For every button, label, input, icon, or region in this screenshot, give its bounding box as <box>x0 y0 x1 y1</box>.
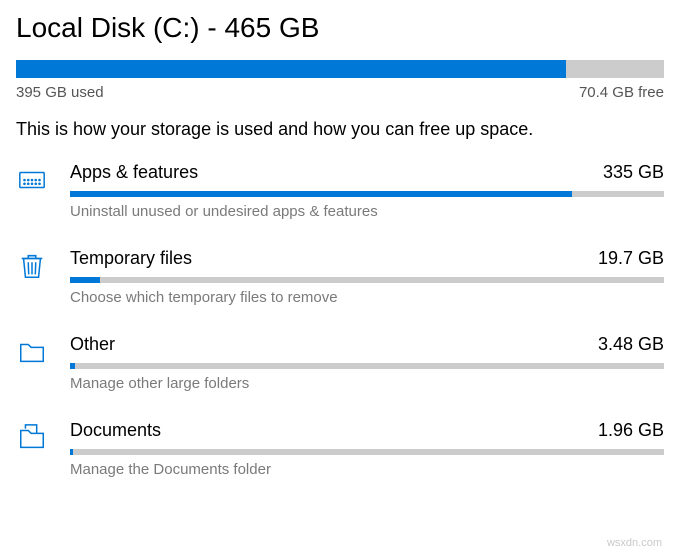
documents-icon <box>16 422 48 454</box>
category-bar-fill <box>70 277 100 283</box>
category-documents[interactable]: Documents 1.96 GB Manage the Documents f… <box>16 420 664 478</box>
category-bar-fill <box>70 363 75 369</box>
category-name: Temporary files <box>70 248 192 269</box>
category-bar <box>70 277 664 283</box>
category-bar-fill <box>70 191 572 197</box>
category-other[interactable]: Other 3.48 GB Manage other large folders <box>16 334 664 392</box>
category-size: 335 GB <box>603 162 664 183</box>
category-bar <box>70 191 664 197</box>
category-apps-features[interactable]: Apps & features 335 GB Uninstall unused … <box>16 162 664 220</box>
folder-icon <box>16 336 48 368</box>
category-name: Other <box>70 334 115 355</box>
category-size: 19.7 GB <box>598 248 664 269</box>
disk-used-label: 395 GB used <box>16 84 104 101</box>
page-title: Local Disk (C:) - 465 GB <box>16 12 664 44</box>
disk-usage-labels: 395 GB used 70.4 GB free <box>16 84 664 101</box>
trash-icon <box>16 250 48 282</box>
category-bar-fill <box>70 449 73 455</box>
category-hint: Choose which temporary files to remove <box>70 289 664 306</box>
category-bar <box>70 363 664 369</box>
category-hint: Uninstall unused or undesired apps & fea… <box>70 203 664 220</box>
apps-icon <box>16 164 48 196</box>
category-hint: Manage other large folders <box>70 375 664 392</box>
watermark: wsxdn.com <box>607 537 662 549</box>
disk-usage-bar <box>16 60 664 78</box>
category-bar <box>70 449 664 455</box>
category-temporary-files[interactable]: Temporary files 19.7 GB Choose which tem… <box>16 248 664 306</box>
category-size: 1.96 GB <box>598 420 664 441</box>
category-size: 3.48 GB <box>598 334 664 355</box>
category-hint: Manage the Documents folder <box>70 461 664 478</box>
disk-usage-fill <box>16 60 566 78</box>
category-name: Apps & features <box>70 162 198 183</box>
storage-description: This is how your storage is used and how… <box>16 119 664 140</box>
category-name: Documents <box>70 420 161 441</box>
disk-free-label: 70.4 GB free <box>579 84 664 101</box>
